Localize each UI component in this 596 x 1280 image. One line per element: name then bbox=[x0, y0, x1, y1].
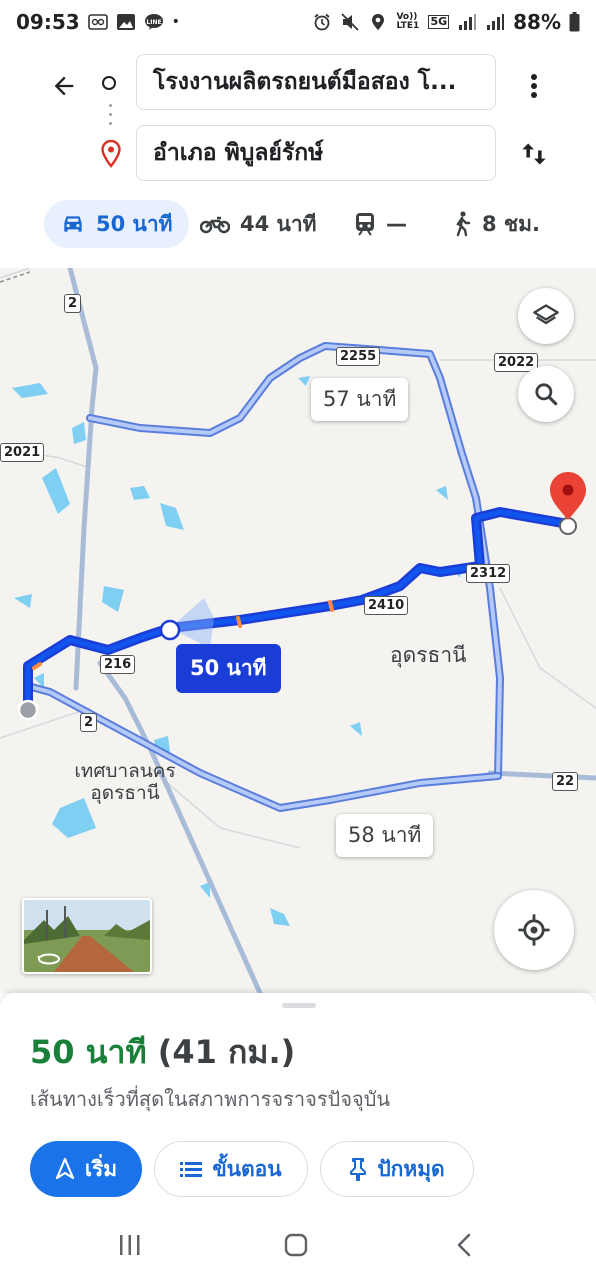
mode-motorcycle-label: 44 นาที bbox=[240, 211, 317, 236]
voicemail-icon bbox=[87, 14, 108, 30]
motorcycle-icon bbox=[200, 216, 230, 234]
location-icon bbox=[372, 14, 385, 30]
start-button[interactable]: เริ่ม bbox=[30, 1141, 142, 1197]
route-details-sheet[interactable]: 50 นาที (41 กม.) เส้นทางเร็วที่สุดในสภาพ… bbox=[0, 993, 596, 1213]
main-route-time-bubble[interactable]: 50 นาที bbox=[176, 644, 281, 693]
road-shield: 2410 bbox=[364, 596, 409, 615]
road-shield: 2 bbox=[80, 713, 98, 732]
map-view[interactable]: 2 2255 2022 2021 2312 2410 216 2 22 อุดร… bbox=[0, 268, 596, 993]
back-button[interactable] bbox=[46, 68, 82, 104]
status-time: 09:53 bbox=[16, 10, 80, 34]
pushpin-icon bbox=[350, 1158, 367, 1181]
road-shield: 2255 bbox=[336, 347, 381, 366]
search-icon bbox=[535, 383, 558, 406]
recent-apps-icon bbox=[120, 1235, 140, 1255]
swap-button[interactable] bbox=[516, 136, 552, 172]
mode-transit[interactable]: — bbox=[354, 200, 407, 248]
map-canvas bbox=[0, 268, 596, 993]
mode-transit-label: — bbox=[386, 212, 407, 236]
volte-icon: Vo)) LTE1 bbox=[396, 12, 420, 31]
search-button[interactable] bbox=[518, 366, 574, 422]
road-shield: 2021 bbox=[0, 443, 45, 462]
svg-text:LINE: LINE bbox=[146, 19, 161, 26]
recent-apps-button[interactable] bbox=[110, 1225, 150, 1265]
street-view-rotate-icon bbox=[37, 953, 60, 965]
mode-motorcycle[interactable]: 44 นาที bbox=[200, 200, 317, 248]
battery-percent: 88% bbox=[513, 10, 561, 34]
gallery-icon bbox=[116, 14, 135, 30]
drag-handle[interactable] bbox=[282, 1003, 316, 1008]
my-location-button[interactable] bbox=[494, 890, 574, 970]
place-label-line1: เทศบาลนคร bbox=[74, 760, 176, 782]
transit-icon bbox=[356, 213, 374, 236]
steps-label: ขั้นตอน bbox=[212, 1156, 282, 1181]
arrow-back-icon bbox=[54, 76, 74, 96]
road-shield: 2312 bbox=[466, 564, 511, 583]
chevron-left-icon bbox=[457, 1233, 471, 1257]
walk-icon bbox=[456, 211, 471, 237]
layers-button[interactable] bbox=[518, 288, 574, 344]
pin-button[interactable]: ปักหมุด bbox=[320, 1141, 474, 1197]
line-app-icon: LINE bbox=[144, 14, 163, 30]
status-bar: 09:53 LINE • Vo)) LTE1 5G 88% bbox=[0, 0, 596, 44]
mode-driving-label: 50 นาที bbox=[96, 211, 173, 236]
signal-icon bbox=[487, 14, 505, 30]
directions-header: โรงงานผลิตรถยนต์มือสอง โ... อำเภอ พิบูลย… bbox=[0, 44, 596, 196]
system-nav-bar bbox=[0, 1213, 596, 1280]
origin-input[interactable]: โรงงานผลิตรถยนต์มือสอง โ... bbox=[136, 54, 496, 110]
route-summary: 50 นาที (41 กม.) bbox=[30, 1027, 295, 1078]
more-vert-icon bbox=[531, 74, 537, 98]
status-dot: • bbox=[171, 14, 180, 30]
route-description: เส้นทางเร็วที่สุดในสภาพการจราจรปัจจุบัน bbox=[30, 1087, 391, 1111]
route-connector bbox=[109, 104, 112, 134]
list-icon bbox=[180, 1162, 203, 1177]
home-button[interactable] bbox=[276, 1225, 316, 1265]
place-label-line2: อุดรธานี bbox=[90, 782, 160, 804]
road-shield: 2 bbox=[64, 294, 82, 313]
origin-text: โรงงานผลิตรถยนต์มือสอง โ... bbox=[153, 69, 457, 95]
swap-vert-icon bbox=[522, 143, 546, 165]
road-shield: 22 bbox=[552, 772, 579, 791]
my-location-icon bbox=[518, 914, 550, 946]
5g-icon: 5G bbox=[428, 15, 450, 29]
destination-pin-icon bbox=[101, 140, 121, 168]
street-view-thumbnail[interactable] bbox=[22, 898, 152, 974]
alt-route-time-bubble[interactable]: 57 นาที bbox=[311, 378, 409, 421]
layers-icon bbox=[533, 304, 559, 325]
origin-dot-icon bbox=[102, 76, 116, 90]
destination-input[interactable]: อำเภอ พิบูลย์รักษ์ bbox=[136, 125, 496, 181]
steps-button[interactable]: ขั้นตอน bbox=[154, 1141, 308, 1197]
navigation-arrow-icon bbox=[55, 1158, 74, 1180]
pin-label: ปักหมุด bbox=[377, 1156, 445, 1181]
alarm-icon bbox=[314, 13, 331, 31]
place-label-udon-thani: อุดรธานี bbox=[390, 643, 467, 667]
signal-icon bbox=[459, 14, 477, 30]
mode-walking-label: 8 ชม. bbox=[482, 211, 540, 236]
car-icon bbox=[64, 216, 82, 232]
road-shield: 216 bbox=[100, 655, 136, 674]
route-distance: (41 กม.) bbox=[157, 1033, 296, 1071]
place-label-municipality: เทศบาลนคร อุดรธานี bbox=[70, 760, 180, 804]
mute-icon bbox=[341, 13, 360, 31]
route-duration: 50 นาที bbox=[30, 1033, 147, 1071]
destination-text: อำเภอ พิบูลย์รักษ์ bbox=[153, 140, 324, 166]
battery-icon bbox=[569, 12, 580, 32]
mode-walking[interactable]: 8 ชม. bbox=[452, 200, 540, 248]
more-options-button[interactable] bbox=[518, 68, 550, 104]
home-icon bbox=[284, 1233, 308, 1257]
travel-mode-bar: 50 นาที 44 นาที — 8 ชม. bbox=[0, 196, 596, 269]
alt-route-time-bubble[interactable]: 58 นาที bbox=[336, 814, 434, 857]
mode-driving[interactable]: 50 นาที bbox=[44, 200, 189, 248]
start-label: เริ่ม bbox=[84, 1156, 118, 1181]
back-nav-button[interactable] bbox=[444, 1225, 484, 1265]
